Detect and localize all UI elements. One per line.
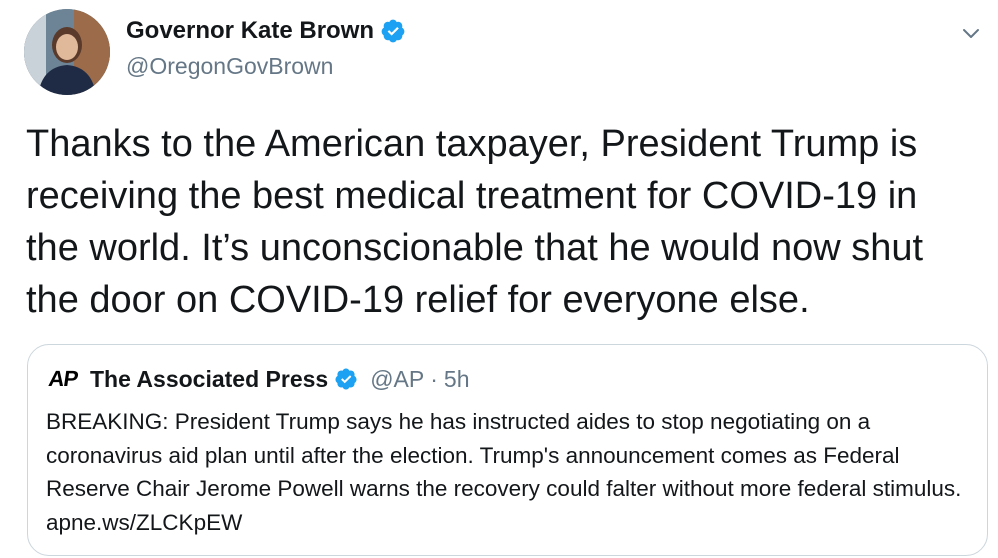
quoted-timestamp: 5h xyxy=(443,365,470,392)
verified-badge-icon xyxy=(334,367,358,391)
chevron-down-icon[interactable] xyxy=(958,20,984,46)
quoted-handle: @AP xyxy=(370,365,425,392)
author-name-row: Governor Kate Brown xyxy=(126,17,406,45)
quoted-tweet-card[interactable]: AP The Associated Press @AP · 5h BREAKIN… xyxy=(27,344,988,556)
avatar[interactable] xyxy=(24,9,110,95)
tweet-text: Thanks to the American taxpayer, Preside… xyxy=(26,123,924,321)
quoted-display-name: The Associated Press xyxy=(90,365,329,392)
separator-dot: · xyxy=(430,365,438,392)
quoted-tweet-header: AP The Associated Press @AP · 5h xyxy=(44,365,470,393)
author-display-name[interactable]: Governor Kate Brown xyxy=(126,17,374,45)
quoted-tweet-text: BREAKING: President Trump says he has in… xyxy=(46,409,962,535)
verified-badge-icon xyxy=(380,18,406,44)
ap-logo: AP xyxy=(44,365,82,393)
author-handle[interactable]: @OregonGovBrown xyxy=(126,53,333,80)
avatar-photo xyxy=(24,9,110,95)
